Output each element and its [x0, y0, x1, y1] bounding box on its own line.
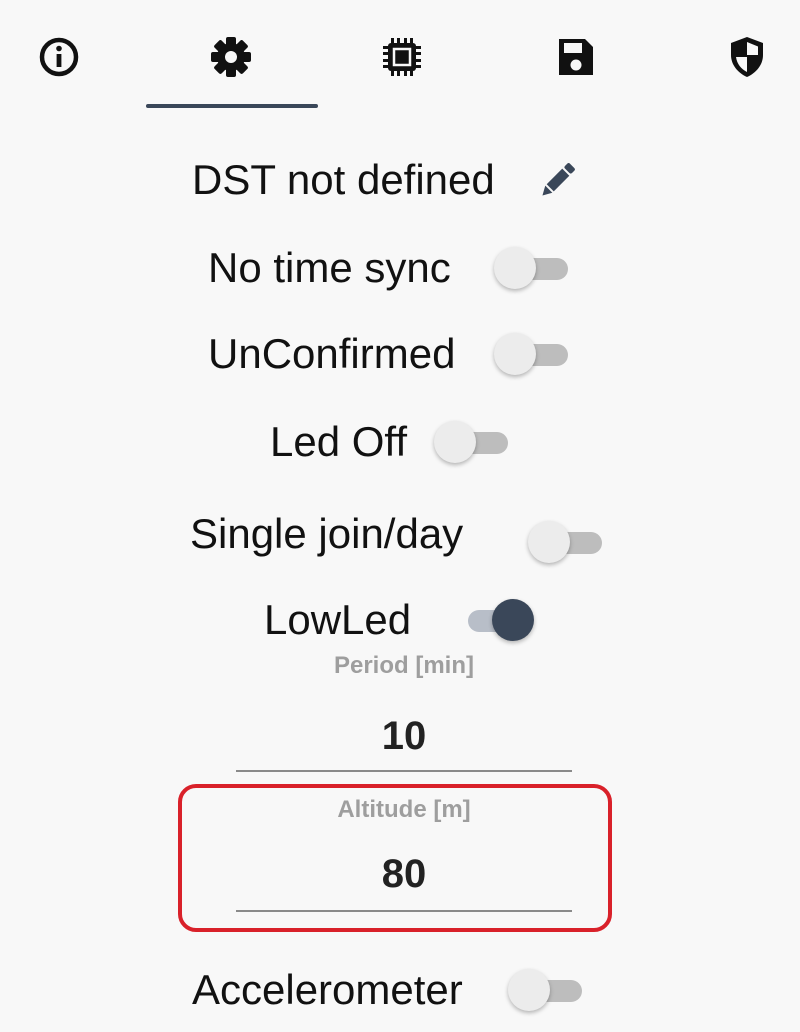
single-join-toggle[interactable] [528, 520, 608, 564]
unconfirmed-row: UnConfirmed [0, 324, 800, 384]
lowled-row: LowLed [0, 590, 800, 650]
active-tab-indicator [146, 104, 318, 108]
altitude-field[interactable]: Altitude [m] 80 [236, 792, 572, 916]
led-off-toggle[interactable] [434, 420, 514, 464]
accelerometer-label: Accelerometer [192, 966, 463, 1013]
period-value: 10 [381, 714, 427, 758]
period-label: Period [min] [333, 652, 474, 679]
altitude-underline [236, 910, 572, 912]
dst-row: DST not defined [0, 150, 800, 210]
led-off-row: Led Off [0, 412, 800, 472]
single-join-label: Single join/day [190, 510, 464, 557]
tab-info[interactable] [24, 22, 94, 92]
chip-icon [383, 38, 421, 76]
lowled-label: LowLed [264, 596, 412, 643]
tab-save[interactable] [540, 22, 610, 92]
shield-icon [731, 37, 763, 77]
pencil-icon[interactable] [534, 156, 582, 204]
period-field[interactable]: Period [min] 10 [236, 650, 572, 776]
info-icon [39, 37, 79, 77]
gear-icon [211, 37, 251, 77]
lowled-toggle[interactable] [456, 598, 536, 642]
altitude-label: Altitude [m] [337, 796, 471, 823]
unconfirmed-toggle[interactable] [494, 332, 574, 376]
time-sync-label: No time sync [208, 244, 451, 291]
single-join-row: Single join/day [0, 504, 800, 564]
time-sync-toggle[interactable] [494, 246, 574, 290]
time-sync-row: No time sync [0, 238, 800, 298]
unconfirmed-label: UnConfirmed [208, 330, 456, 377]
tab-bar [0, 0, 800, 112]
dst-label: DST not defined [192, 156, 495, 203]
tab-security[interactable] [712, 22, 782, 92]
accelerometer-row: Accelerometer [0, 960, 800, 1020]
led-off-label: Led Off [270, 418, 407, 465]
tab-hardware[interactable] [367, 22, 437, 92]
altitude-value: 80 [381, 852, 427, 896]
save-icon [559, 39, 593, 75]
period-underline [236, 770, 572, 772]
tab-settings[interactable] [196, 22, 266, 92]
accelerometer-toggle[interactable] [508, 968, 588, 1012]
